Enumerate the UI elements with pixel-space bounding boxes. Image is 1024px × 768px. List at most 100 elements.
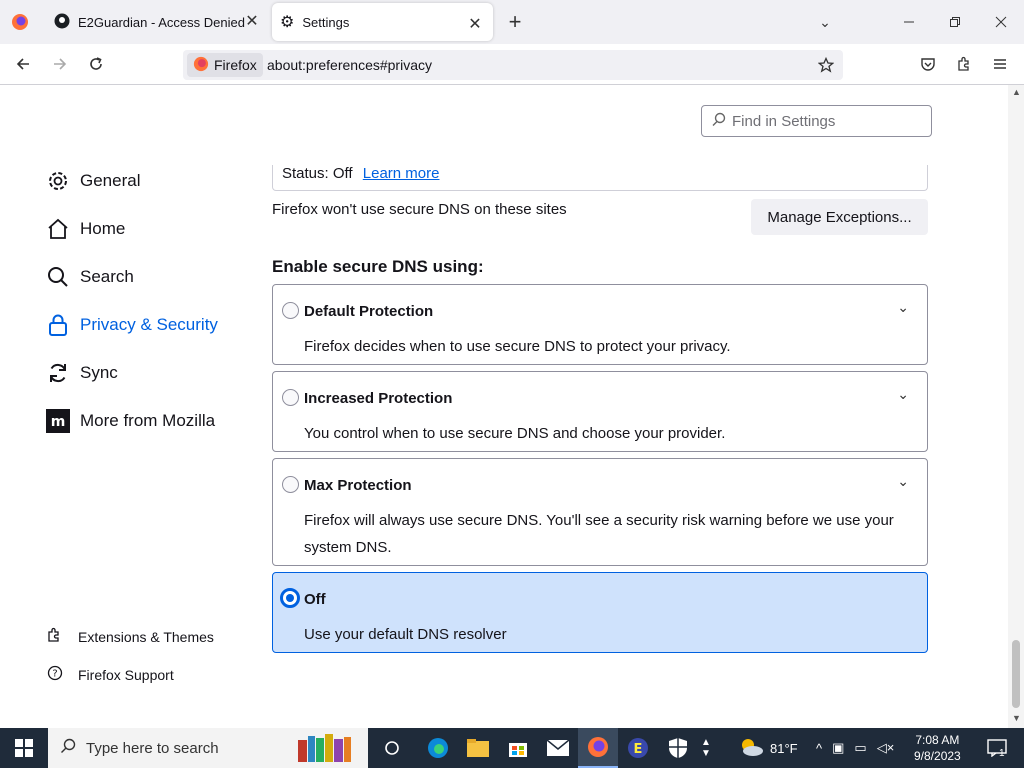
enable-secure-dns-heading: Enable secure DNS using: [272,257,484,276]
list-tabs-icon[interactable]: ⌄ [810,7,840,37]
network-icon[interactable]: ▭ [854,740,866,756]
sidebar-item-home[interactable]: Home [46,217,125,241]
find-placeholder: Find in Settings [732,112,836,130]
close-window-icon[interactable] [986,7,1016,37]
volume-muted-icon[interactable]: ◁× [877,740,895,756]
chevron-down-icon[interactable]: ⌄ [897,473,909,490]
file-explorer-icon[interactable] [458,728,498,768]
learn-more-link[interactable]: Learn more [363,165,440,182]
restore-icon[interactable] [940,7,970,37]
dns-status-text: Status: Off [282,165,353,182]
chevron-down-icon[interactable]: ⌄ [897,299,909,316]
max-protection-radio[interactable] [282,476,299,493]
shield-icon[interactable] [658,728,698,768]
navigation-toolbar: Firefox about:preferences#privacy [0,44,1024,85]
default-protection-radio[interactable] [282,302,299,319]
exceptions-note: Firefox won't use secure DNS on these si… [272,201,567,218]
option-title: Default Protection [304,303,434,320]
sidebar-item-search[interactable]: Search [46,265,134,289]
new-tab-button[interactable]: + [500,7,530,37]
sidebar-item-more-from-mozilla[interactable]: m More from Mozilla [46,409,215,433]
close-tab-icon[interactable]: ✕ [242,12,262,32]
firefox-icon [193,56,209,75]
sidebar-item-general[interactable]: General [46,169,140,193]
identity-label: Firefox [214,57,257,73]
dns-option-off[interactable]: Off Use your default DNS resolver [272,572,928,653]
temperature: 81°F [770,740,798,756]
svg-text:?: ? [52,669,57,680]
windows-start-icon[interactable] [0,728,48,768]
tab-strip: E2Guardian - Access Denied ✕ ⚙ Settings … [0,0,1024,44]
sidebar-item-privacy-security[interactable]: Privacy & Security [46,313,218,337]
windows-taskbar: Type here to search E ▲▼ 81°F ^ ▣ ▭ ◁× [0,728,1024,768]
dns-option-default[interactable]: Default Protection ⌄ Firefox decides whe… [272,284,928,365]
svg-text:m: m [51,414,66,430]
dns-option-max[interactable]: Max Protection ⌄ Firefox will always use… [272,458,928,566]
camera-icon[interactable]: ▣ [832,740,844,756]
tab-settings[interactable]: ⚙ Settings ✕ [272,3,493,41]
pocket-icon[interactable] [913,49,943,79]
back-icon[interactable] [8,49,38,79]
option-description: Firefox decides when to use secure DNS t… [304,338,731,355]
tab-e2guardian[interactable]: E2Guardian - Access Denied ✕ [44,0,270,44]
sync-icon [46,361,70,385]
menu-icon[interactable] [985,49,1015,79]
chevron-down-icon[interactable]: ⌄ [897,386,909,403]
show-hidden-icons-icon[interactable]: ^ [816,741,822,756]
mozilla-icon: m [46,409,70,433]
sidebar-item-label: More from Mozilla [80,411,216,430]
sidebar-item-label: General [80,171,141,190]
mail-icon[interactable] [538,728,578,768]
microsoft-store-icon[interactable] [498,728,538,768]
option-description: Use your default DNS resolver [304,626,507,643]
bookmark-star-icon[interactable] [811,50,841,80]
find-in-settings-input[interactable]: Find in Settings [701,105,932,137]
clock-time: 7:08 AM [915,733,960,747]
taskbar-search-box[interactable]: Type here to search [48,728,368,768]
extensions-themes-link[interactable]: Extensions & Themes [46,627,214,646]
url-bar[interactable]: Firefox about:preferences#privacy [183,50,843,80]
app-icon[interactable]: E [618,728,658,768]
footer-label: Firefox Support [78,666,174,683]
weather-cloud-icon [738,737,764,760]
manage-exceptions-button[interactable]: Manage Exceptions... [751,199,928,235]
task-view-icon[interactable] [372,728,412,768]
taskbar-scroll-icon[interactable]: ▲ ▼ [698,728,714,768]
sidebar-item-label: Home [80,219,126,238]
svg-text:E: E [634,742,643,757]
firefox-taskbar-icon[interactable] [578,728,618,768]
search-icon [712,112,726,130]
page-scrollbar[interactable]: ▲ ▼ [1008,85,1024,728]
minimize-icon[interactable] [894,7,924,37]
search-icon [60,738,76,758]
sidebar-item-sync[interactable]: Sync [46,361,118,385]
clock[interactable]: 7:08 AM 9/8/2023 [914,728,961,768]
identity-box[interactable]: Firefox [187,53,263,77]
close-tab-icon[interactable]: ✕ [465,15,485,35]
firefox-support-link[interactable]: ? Firefox Support [46,665,174,684]
dns-option-increased[interactable]: Increased Protection ⌄ You control when … [272,371,928,452]
puzzle-icon [46,627,64,646]
scroll-down-icon[interactable]: ▼ [1012,713,1021,723]
weather-widget[interactable]: 81°F [738,728,798,768]
scroll-thumb[interactable] [1012,640,1020,708]
reload-icon[interactable] [81,49,111,79]
clock-date: 9/8/2023 [914,749,961,763]
dns-status-box: Status: Off Learn more [272,165,928,191]
help-icon: ? [46,665,64,684]
system-tray: ^ ▣ ▭ ◁× [816,728,894,768]
increased-protection-radio[interactable] [282,389,299,406]
firefox-view-icon[interactable] [5,7,35,37]
search-icon [46,265,70,289]
scroll-up-icon[interactable]: ▲ [1012,87,1021,97]
notification-center-icon[interactable]: 1 [982,728,1012,768]
extensions-icon[interactable] [949,49,979,79]
option-title: Increased Protection [304,390,453,407]
forward-icon[interactable] [45,49,75,79]
off-radio[interactable] [280,588,300,608]
books-icon [296,734,366,766]
github-icon [54,13,70,32]
url-text[interactable]: about:preferences#privacy [267,57,432,73]
option-title: Off [304,591,326,608]
edge-icon[interactable] [418,728,458,768]
